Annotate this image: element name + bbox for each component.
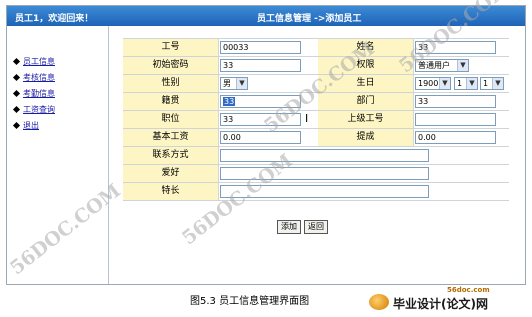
gender-value: 男 (223, 79, 231, 88)
diamond-bullet-icon (12, 105, 21, 114)
diamond-bullet-icon (12, 121, 21, 130)
sidebar-item-employee-info[interactable]: 员工信息 (12, 54, 55, 70)
form-row: 初始密码 33 权限 普通用户 ▼ (123, 56, 509, 74)
commission-label: 提成 (318, 129, 414, 146)
commission-input[interactable]: 0.00 (415, 131, 496, 144)
sidebar-nav: 员工信息 考核信息 考勤信息 工资查询 退出 (12, 54, 55, 134)
form-row: 爱好 (123, 164, 509, 182)
emp-no-input[interactable]: 00033 (220, 41, 301, 54)
hobby-label: 爱好 (123, 165, 219, 182)
diamond-bullet-icon (12, 57, 21, 66)
form-row: 职位 33 上级工号 (123, 110, 509, 128)
chevron-down-icon: ▼ (236, 78, 247, 89)
manager-no-label: 上级工号 (318, 111, 414, 128)
breadcrumb: 员工信息管理 ->添加员工 (257, 14, 362, 24)
sidebar-item-logout[interactable]: 退出 (12, 118, 55, 134)
init-pwd-label: 初始密码 (123, 57, 219, 74)
form-row: 基本工资 0.00 提成 0.00 (123, 128, 509, 146)
add-employee-form: 工号 00033 姓名 33 初始密码 33 权限 普通用户 ▼ 性别 男 ▼ 生日… (123, 38, 509, 201)
form-row: 联系方式 (123, 146, 509, 164)
text-cursor-icon: Ⅰ (305, 112, 309, 125)
contact-label: 联系方式 (123, 147, 219, 164)
back-button[interactable]: 返回 (304, 220, 328, 234)
sidebar-item-label[interactable]: 考核信息 (23, 73, 55, 82)
brand-name: 毕业设计(论文)网 (393, 297, 488, 311)
form-row: 特长 (123, 182, 509, 201)
native-place-label: 籍贯 (123, 93, 219, 110)
sidebar-item-label[interactable]: 员工信息 (23, 57, 55, 66)
department-label: 部门 (318, 93, 414, 110)
birth-month-value: 1 (457, 79, 463, 88)
brand-url: 56doc.com (447, 286, 490, 294)
birth-year-value: 1900 (418, 79, 439, 88)
form-actions: 添加 返回 (277, 220, 331, 234)
figure-caption: 图5.3 员工信息管理界面图 (190, 296, 310, 307)
chevron-down-icon: ▼ (492, 78, 503, 89)
add-button[interactable]: 添加 (277, 220, 301, 234)
welcome-text: 员工1，欢迎回来！ (15, 14, 94, 24)
base-salary-input[interactable]: 0.00 (220, 131, 301, 144)
gender-select[interactable]: 男 ▼ (220, 77, 248, 90)
init-pwd-input[interactable]: 33 (220, 59, 301, 72)
department-input[interactable]: 33 (415, 95, 496, 108)
position-label: 职位 (123, 111, 219, 128)
chevron-down-icon: ▼ (457, 60, 468, 71)
birth-day-select[interactable]: 1 ▼ (480, 77, 504, 90)
sidebar-item-attendance-info[interactable]: 考勤信息 (12, 86, 55, 102)
sidebar-item-assessment-info[interactable]: 考核信息 (12, 70, 55, 86)
sidebar-item-label[interactable]: 退出 (23, 121, 39, 130)
birth-day-value: 1 (483, 79, 489, 88)
sidebar-item-salary-query[interactable]: 工资查询 (12, 102, 55, 118)
main-content: 工号 00033 姓名 33 初始密码 33 权限 普通用户 ▼ 性别 男 ▼ 生日… (109, 26, 525, 284)
app-window: 员工1，欢迎回来！ 员工信息管理 ->添加员工 员工信息 考核信息 考勤信息 工… (6, 5, 526, 285)
gender-label: 性别 (123, 75, 219, 92)
birth-year-select[interactable]: 1900 ▼ (415, 77, 451, 90)
diamond-bullet-icon (12, 73, 21, 82)
brand-emblem-icon (369, 294, 389, 310)
chevron-down-icon: ▼ (439, 78, 450, 89)
sidebar-item-label[interactable]: 工资查询 (23, 105, 55, 114)
sidebar-item-label[interactable]: 考勤信息 (23, 89, 55, 98)
birth-month-select[interactable]: 1 ▼ (454, 77, 478, 90)
selected-text: 33 (223, 97, 236, 106)
manager-no-input[interactable] (415, 113, 496, 126)
contact-input[interactable] (220, 149, 429, 162)
diamond-bullet-icon (12, 89, 21, 98)
base-salary-label: 基本工资 (123, 129, 219, 146)
brand-logo: 56doc.com 毕业设计(论文)网 (363, 286, 528, 314)
emp-no-label: 工号 (123, 39, 219, 56)
chevron-down-icon: ▼ (466, 78, 477, 89)
specialty-label: 特长 (123, 183, 219, 200)
